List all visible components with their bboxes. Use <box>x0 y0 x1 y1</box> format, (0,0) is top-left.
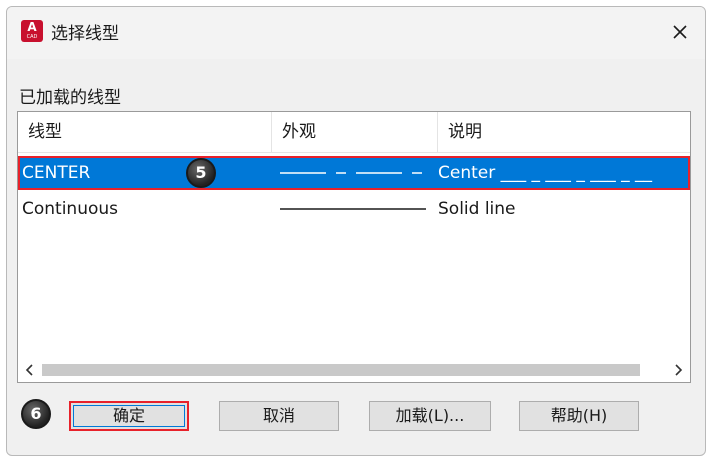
center-line-preview <box>280 172 422 174</box>
chevron-right-icon <box>675 364 683 376</box>
app-icon-letter: A <box>27 20 37 34</box>
column-header-appearance[interactable]: 外观 <box>272 112 438 152</box>
scroll-right-button[interactable] <box>666 358 690 382</box>
linetype-preview <box>280 192 430 226</box>
horizontal-scrollbar[interactable] <box>18 358 690 382</box>
linetype-name: Continuous <box>22 199 119 219</box>
window-title: 选择线型 <box>51 24 119 44</box>
list-item-continuous[interactable]: Continuous Solid line <box>18 192 690 226</box>
linetype-preview <box>280 156 430 190</box>
linetype-description: Solid line <box>438 199 516 219</box>
step-badge-6: 6 <box>21 399 51 429</box>
loaded-linetypes-label: 已加载的线型 <box>19 88 121 108</box>
help-button[interactable]: 帮助(H) <box>519 401 639 431</box>
cancel-button[interactable]: 取消 <box>219 401 339 431</box>
close-button[interactable] <box>665 17 695 47</box>
continuous-line-preview <box>280 208 426 210</box>
title-bar: A CAD 选择线型 <box>7 7 705 59</box>
chevron-left-icon <box>25 364 33 376</box>
linetype-list[interactable]: 线型 外观 说明 CENTER Center ___ _ ___ _ ___ _… <box>17 111 691 383</box>
ok-button[interactable]: 确定 <box>69 401 189 431</box>
column-header-description[interactable]: 说明 <box>438 112 690 152</box>
load-button[interactable]: 加载(L)... <box>369 401 491 431</box>
autocad-app-icon: A CAD <box>21 20 43 42</box>
list-header: 线型 外观 说明 <box>18 112 690 153</box>
linetype-name: CENTER <box>22 163 91 183</box>
select-linetype-dialog: A CAD 选择线型 已加载的线型 线型 外观 说明 CENTER Center… <box>6 6 706 456</box>
list-item-center[interactable]: CENTER Center ___ _ ___ _ ___ _ __ <box>18 156 690 190</box>
linetype-description: Center ___ _ ___ _ ___ _ __ <box>438 163 653 183</box>
ok-button-focus-ring <box>73 405 185 427</box>
app-icon-sub: CAD <box>26 34 38 40</box>
step-badge-5: 5 <box>186 158 216 188</box>
close-icon <box>673 25 687 39</box>
scroll-left-button[interactable] <box>18 358 42 382</box>
column-header-linetype[interactable]: 线型 <box>18 112 272 152</box>
scrollbar-thumb[interactable] <box>42 364 640 376</box>
